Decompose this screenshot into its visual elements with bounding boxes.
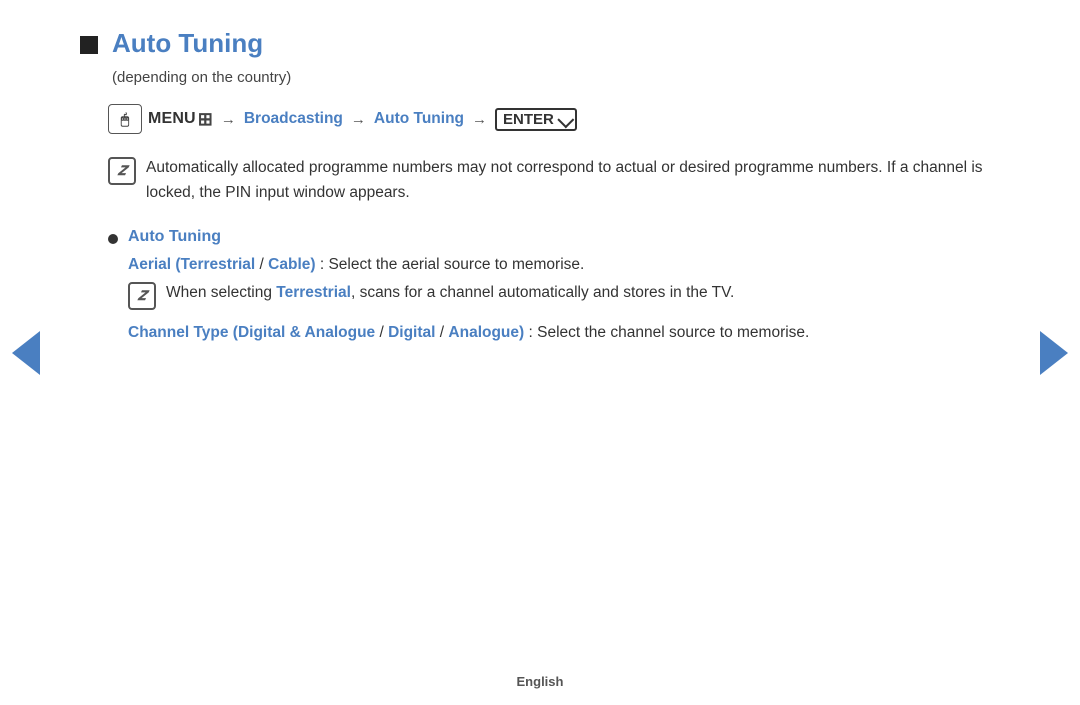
arrow1: → bbox=[221, 111, 236, 128]
title-row: Auto Tuning bbox=[80, 28, 1000, 59]
aerial-line: Aerial (Terrestrial / Cable) : Select th… bbox=[128, 252, 1000, 278]
breadcrumb-auto-tuning: Auto Tuning bbox=[374, 110, 464, 128]
main-note-block: 𝒁 Automatically allocated programme numb… bbox=[108, 156, 1000, 206]
channel-type-label: Channel Type (Digital & Analogue bbox=[128, 324, 375, 341]
bullet-section: Auto Tuning Aerial (Terrestrial / Cable)… bbox=[108, 228, 1000, 346]
nav-next-arrow[interactable] bbox=[1040, 331, 1068, 375]
digital-label: Digital bbox=[388, 324, 435, 341]
bullet-title: Auto Tuning bbox=[128, 228, 221, 246]
page-title: Auto Tuning bbox=[112, 28, 263, 59]
note-icon-terrestrial: 𝒁 bbox=[128, 282, 156, 310]
bullet-row-auto-tuning: Auto Tuning bbox=[108, 228, 1000, 246]
enter-button-label: ENTER bbox=[495, 108, 577, 131]
menu-icon: 🖱 bbox=[108, 104, 142, 134]
aerial-terrestrial-label: Aerial (Terrestrial bbox=[128, 256, 255, 273]
menu-path: 🖱 MENU ⊞ → Broadcasting → Auto Tuning → … bbox=[108, 104, 1000, 134]
nav-prev-arrow[interactable] bbox=[12, 331, 40, 375]
sub-items: Aerial (Terrestrial / Cable) : Select th… bbox=[128, 252, 1000, 346]
arrow2: → bbox=[351, 111, 366, 128]
terrestrial-note-text: When selecting Terrestrial, scans for a … bbox=[166, 281, 734, 306]
note-icon: 𝒁 bbox=[108, 157, 136, 185]
breadcrumb-broadcasting: Broadcasting bbox=[244, 110, 343, 128]
title-square-icon bbox=[80, 36, 98, 54]
channel-type-line: Channel Type (Digital & Analogue / Digit… bbox=[128, 320, 1000, 346]
analogue-label: Analogue) bbox=[448, 324, 524, 341]
bullet-dot bbox=[108, 234, 118, 244]
terrestrial-link: Terrestrial bbox=[276, 284, 351, 301]
aerial-description: : Select the aerial source to memorise. bbox=[320, 256, 584, 273]
cable-label: Cable) bbox=[268, 256, 315, 273]
main-content: Auto Tuning (depending on the country) 🖱… bbox=[0, 0, 1080, 390]
page-subtitle: (depending on the country) bbox=[112, 69, 1000, 86]
terrestrial-note-block: 𝒁 When selecting Terrestrial, scans for … bbox=[128, 281, 1000, 310]
footer-language: English bbox=[0, 674, 1080, 689]
menu-label: MENU bbox=[148, 110, 196, 128]
channel-type-description: : Select the channel source to memorise. bbox=[529, 324, 810, 341]
arrow3: → bbox=[472, 111, 487, 128]
main-note-text: Automatically allocated programme number… bbox=[146, 156, 1000, 206]
